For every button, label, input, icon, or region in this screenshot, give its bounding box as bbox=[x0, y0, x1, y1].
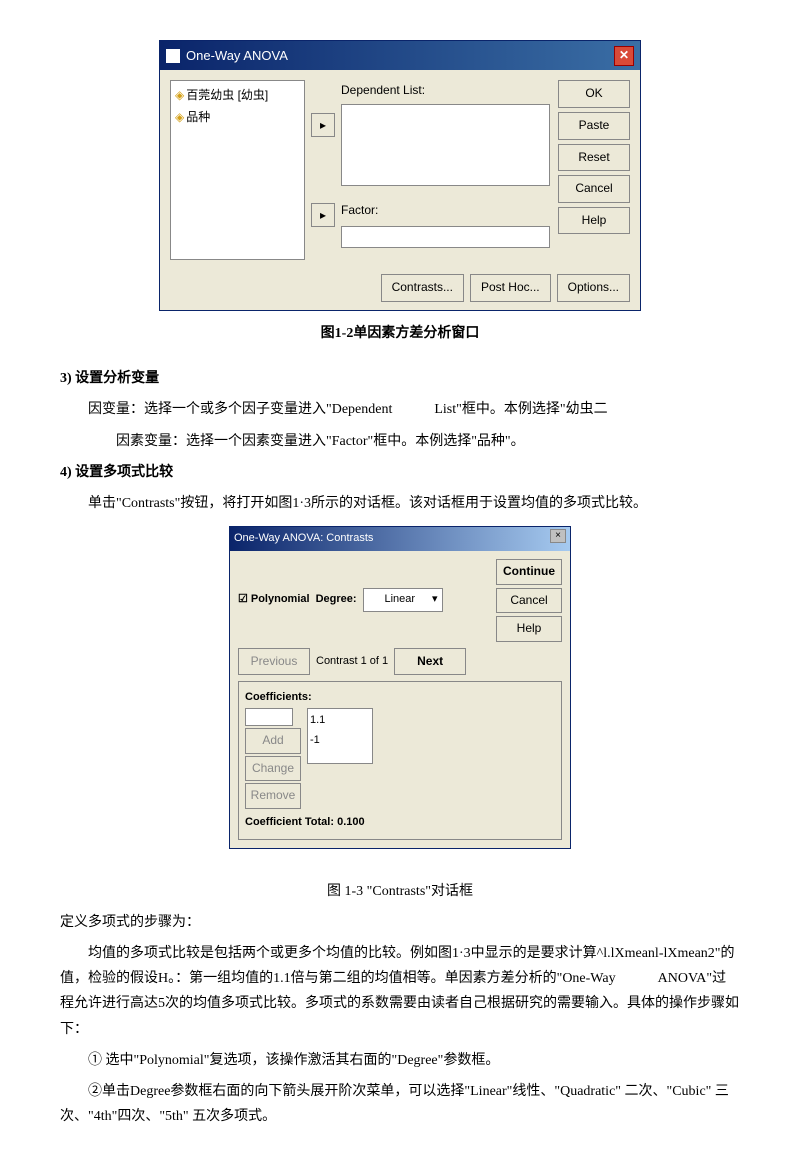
add-button[interactable]: Add bbox=[245, 728, 301, 754]
ok-button[interactable]: OK bbox=[558, 80, 630, 108]
cancel-button[interactable]: Cancel bbox=[496, 588, 562, 614]
factor-box[interactable] bbox=[341, 226, 550, 248]
dependent-list-label: Dependent List: bbox=[341, 80, 550, 102]
coefficient-input[interactable] bbox=[245, 708, 293, 726]
help-button[interactable]: Help bbox=[558, 207, 630, 235]
body-text: 定义多项式的步骤为： bbox=[60, 910, 740, 935]
chevron-down-icon: ▾ bbox=[432, 590, 438, 610]
degree-value: Linear bbox=[384, 590, 415, 610]
list-item[interactable]: 1.1 bbox=[310, 711, 370, 731]
list-item[interactable]: 百莞幼虫 [幼虫] bbox=[175, 85, 300, 107]
coefficients-group: Coefficients: Add Change Remove 1.1 -1 C… bbox=[238, 681, 562, 839]
close-icon[interactable]: ✕ bbox=[614, 46, 634, 66]
move-to-factor-button[interactable]: ▸ bbox=[311, 203, 335, 227]
dialog-title: One-Way ANOVA bbox=[186, 44, 288, 67]
paste-button[interactable]: Paste bbox=[558, 112, 630, 140]
move-to-dependent-button[interactable]: ▸ bbox=[311, 113, 335, 137]
coefficient-total: Coefficient Total: 0.100 bbox=[245, 813, 555, 833]
continue-button[interactable]: Continue bbox=[496, 559, 562, 585]
body-text: 单击"Contrasts"按钮，将打开如图1·3所示的对话框。该对话框用于设置均… bbox=[60, 491, 740, 516]
body-text: 因变量：选择一个或多个因子变量进入"Dependent List"框中。本例选择… bbox=[60, 397, 740, 422]
help-button[interactable]: Help bbox=[496, 616, 562, 642]
anova-dialog: One-Way ANOVA ✕ 百莞幼虫 [幼虫] 品种 ▸ ▸ Depende… bbox=[159, 40, 641, 311]
cancel-button[interactable]: Cancel bbox=[558, 175, 630, 203]
figure-caption-2: 图 1-3 "Contrasts"对话框 bbox=[60, 879, 740, 904]
factor-label: Factor: bbox=[341, 200, 550, 222]
dialog-title: One-Way ANOVA: Contrasts bbox=[234, 529, 373, 549]
coefficients-list[interactable]: 1.1 -1 bbox=[307, 708, 373, 764]
degree-label: Degree: bbox=[316, 590, 357, 610]
posthoc-button[interactable]: Post Hoc... bbox=[470, 274, 551, 302]
list-item[interactable]: 品种 bbox=[175, 107, 300, 129]
close-icon[interactable]: × bbox=[550, 529, 566, 543]
body-text: ① 选中"Polynomial"复选项，该操作激活其右面的"Degree"参数框… bbox=[60, 1048, 740, 1073]
list-item[interactable]: -1 bbox=[310, 731, 370, 751]
remove-button[interactable]: Remove bbox=[245, 783, 301, 809]
variable-list[interactable]: 百莞幼虫 [幼虫] 品种 bbox=[170, 80, 305, 260]
dialog-titlebar: One-Way ANOVA ✕ bbox=[160, 41, 640, 70]
next-button[interactable]: Next bbox=[394, 648, 466, 676]
system-menu-icon[interactable] bbox=[166, 49, 180, 63]
contrast-counter: Contrast 1 of 1 bbox=[316, 652, 388, 672]
coefficients-label: Coefficients: bbox=[245, 688, 555, 708]
body-text: 因素变量：选择一个因素变量进入"Factor"框中。本例选择"品种"。 bbox=[60, 429, 740, 454]
polynomial-checkbox[interactable]: Polynomial bbox=[238, 590, 310, 610]
options-button[interactable]: Options... bbox=[557, 274, 630, 302]
body-text: 均值的多项式比较是包括两个或更多个均值的比较。例如图1·3中显示的是要求计算^l… bbox=[60, 941, 740, 1042]
previous-button[interactable]: Previous bbox=[238, 648, 310, 676]
dependent-list-box[interactable] bbox=[341, 104, 550, 186]
section-heading: 3) 设置分析变量 bbox=[60, 366, 740, 391]
reset-button[interactable]: Reset bbox=[558, 144, 630, 172]
contrasts-button[interactable]: Contrasts... bbox=[381, 274, 464, 302]
change-button[interactable]: Change bbox=[245, 756, 301, 782]
section-heading: 4) 设置多项式比较 bbox=[60, 460, 740, 485]
body-text: ②单击Degree参数框右面的向下箭头展开阶次菜单，可以选择"Linear"线性… bbox=[60, 1079, 740, 1129]
contrasts-dialog: One-Way ANOVA: Contrasts × Polynomial De… bbox=[229, 526, 571, 849]
dialog-titlebar: One-Way ANOVA: Contrasts × bbox=[230, 527, 570, 551]
degree-select[interactable]: Linear ▾ bbox=[363, 588, 443, 612]
figure-caption-1: 图1-2单因素方差分析窗口 bbox=[60, 321, 740, 346]
